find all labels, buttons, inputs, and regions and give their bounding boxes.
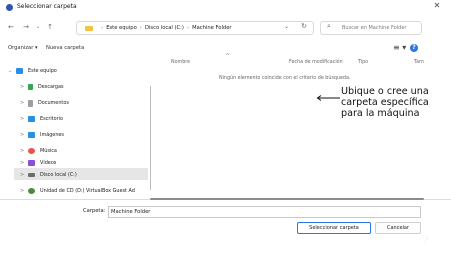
search-icon: ⌕ — [327, 22, 331, 30]
address-dropdown-icon[interactable]: ⌄ — [284, 23, 289, 30]
select-folder-button[interactable]: Seleccionar carpeta — [297, 222, 371, 234]
expand-chevron-icon[interactable]: ⌄ — [8, 68, 16, 74]
sidebar-item-label: Escritorio — [40, 116, 63, 122]
breadcrumb-separator: › — [139, 25, 142, 31]
breadcrumb-separator: › — [101, 25, 104, 31]
expand-chevron-icon[interactable]: > — [20, 84, 28, 90]
computer-icon — [16, 68, 23, 74]
expand-chevron-icon[interactable]: > — [20, 116, 28, 122]
search-placeholder: Buscar en Machine Folder — [342, 25, 407, 31]
sidebar-item-este-equipo[interactable]: ⌄ Este equipo — [8, 65, 138, 77]
expand-chevron-icon[interactable]: > — [20, 188, 28, 194]
download-icon — [28, 84, 33, 90]
sidebar-item-musica[interactable]: > Música — [20, 145, 150, 157]
help-icon[interactable]: ? — [410, 44, 418, 52]
pictures-icon — [28, 132, 35, 138]
search-box[interactable]: ⌕ Buscar en Machine Folder — [320, 21, 422, 35]
expand-chevron-icon[interactable]: > — [20, 148, 28, 154]
folder-icon — [85, 25, 93, 31]
column-header-fecha[interactable]: Fecha de modificación — [289, 60, 343, 65]
sidebar-item-label: Este equipo — [28, 68, 57, 74]
sidebar-item-label: Música — [40, 148, 57, 154]
sidebar-item-label: Unidad de CD (D:) VirtualBox Guest Ad — [40, 188, 135, 194]
sidebar-item-label: Documentos — [38, 100, 69, 106]
folder-field-label: Carpeta: — [83, 208, 106, 214]
cd-drive-icon — [28, 188, 35, 194]
horizontal-scrollbar-thumb[interactable] — [150, 198, 424, 200]
breadcrumb-separator: › — [186, 25, 190, 31]
videos-icon — [28, 160, 35, 166]
column-header-tamano[interactable]: Tam — [414, 60, 424, 65]
column-header-nombre[interactable]: Nombre — [171, 60, 190, 65]
breadcrumb-machine-folder[interactable]: Machine Folder — [192, 25, 231, 31]
folder-name-value: Machine Folder — [111, 209, 151, 215]
document-icon — [28, 99, 33, 107]
back-arrow-icon[interactable]: ← — [6, 22, 16, 32]
window-title: Seleccionar carpeta — [17, 3, 77, 10]
organize-menu-button[interactable]: Organizar ▾ — [8, 45, 38, 51]
sidebar-item-unidad-cd[interactable]: > Unidad de CD (D:) VirtualBox Guest Ad — [20, 185, 150, 197]
sidebar-item-disco-local[interactable]: > Disco local (C:) — [20, 169, 150, 181]
cancel-button[interactable]: Cancelar — [375, 222, 421, 234]
annotation-arrow — [316, 95, 340, 101]
folder-name-field[interactable]: Machine Folder — [108, 206, 421, 218]
sidebar-item-label: Vídeos — [40, 160, 57, 166]
sidebar-item-descargas[interactable]: > Descargas — [20, 81, 150, 93]
sidebar-item-videos[interactable]: > Vídeos — [20, 157, 150, 169]
view-options-icon[interactable]: ≡ ▾ — [393, 43, 406, 52]
forward-arrow-icon[interactable]: → — [21, 22, 31, 32]
breadcrumb-este-equipo[interactable]: Este equipo — [106, 25, 137, 31]
close-icon[interactable]: ✕ — [431, 1, 443, 13]
new-folder-button[interactable]: Nueva carpeta — [46, 45, 84, 51]
expand-chevron-icon[interactable]: > — [20, 160, 28, 166]
sort-caret-icon: ^ — [225, 53, 231, 60]
expand-chevron-icon[interactable]: > — [20, 132, 28, 138]
sidebar-item-documentos[interactable]: > Documentos — [20, 97, 150, 109]
empty-results-message: Ningún elemento coincide con el criterio… — [219, 76, 351, 81]
resize-grip-icon[interactable]: ⋰ — [424, 237, 429, 243]
sidebar-item-label: Descargas — [38, 84, 64, 90]
annotation-text: Ubique o cree una carpeta específica par… — [341, 86, 429, 119]
title-bar: Seleccionar carpeta ✕ — [0, 0, 451, 18]
sidebar-item-escritorio[interactable]: > Escritorio — [20, 113, 150, 125]
breadcrumb-disco-local[interactable]: Disco local (C:) — [145, 25, 184, 31]
music-icon — [28, 148, 35, 154]
sidebar-item-imagenes[interactable]: > Imágenes — [20, 129, 150, 141]
address-bar[interactable]: › Este equipo › Disco local (C:) › Machi… — [76, 21, 314, 35]
column-header-tipo[interactable]: Tipo — [358, 60, 368, 65]
expand-chevron-icon[interactable]: > — [20, 100, 28, 106]
drive-icon — [28, 173, 35, 177]
desktop-icon — [28, 116, 35, 122]
sidebar-scrollbar[interactable] — [150, 86, 151, 190]
sidebar-item-label: Disco local (C:) — [40, 172, 77, 178]
refresh-icon[interactable]: ↻ — [301, 22, 307, 30]
app-icon — [6, 4, 13, 11]
expand-chevron-icon[interactable]: > — [20, 172, 28, 178]
up-arrow-icon[interactable]: ↑ — [45, 22, 55, 32]
recent-locations-chevron-icon[interactable]: ⌄ — [33, 22, 43, 32]
sidebar-item-label: Imágenes — [40, 132, 64, 138]
